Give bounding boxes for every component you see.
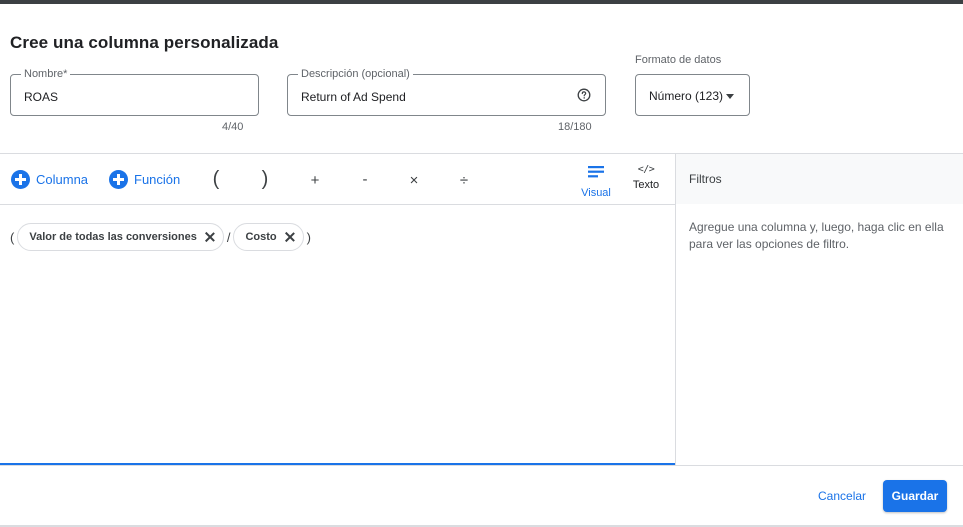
code-icon: </> bbox=[637, 164, 655, 175]
add-circle-icon bbox=[109, 170, 128, 189]
add-column-label: Columna bbox=[36, 172, 89, 187]
toolbar-bottom-divider bbox=[0, 204, 676, 205]
help-circle-icon[interactable] bbox=[577, 88, 591, 102]
add-circle-icon bbox=[11, 170, 30, 189]
footer-divider bbox=[0, 465, 963, 466]
dialog-title: Cree una columna personalizada bbox=[10, 33, 279, 52]
plus-button[interactable]: + bbox=[305, 172, 325, 189]
minus-button[interactable]: - bbox=[355, 171, 375, 188]
description-char-counter: 18/180 bbox=[558, 121, 592, 133]
multiply-button[interactable]: × bbox=[404, 172, 424, 189]
formula-expression: ( Valor de todas las conversiones / Cost… bbox=[10, 223, 311, 251]
column-chip[interactable]: Valor de todas las conversiones bbox=[17, 223, 224, 251]
description-field-label: Descripción (opcional) bbox=[298, 67, 413, 81]
expression-operator: / bbox=[226, 229, 231, 245]
filters-help-text: Agregue una columna y, luego, haga clic … bbox=[689, 220, 944, 251]
cancel-button[interactable]: Cancelar bbox=[814, 486, 870, 506]
save-button[interactable]: Guardar bbox=[883, 480, 947, 512]
remove-chip-icon[interactable] bbox=[285, 232, 295, 242]
format-select[interactable]: Número (123) bbox=[635, 74, 750, 116]
dropdown-caret-icon bbox=[726, 94, 734, 99]
format-label: Formato de datos bbox=[635, 54, 722, 66]
column-chip-label: Costo bbox=[245, 231, 277, 243]
name-field-value: ROAS bbox=[24, 90, 59, 104]
visual-mode-button[interactable]: Visual bbox=[578, 165, 614, 199]
expression-close-paren: ) bbox=[306, 229, 311, 245]
format-selected-value: Número (123) bbox=[649, 89, 724, 103]
open-paren-button[interactable]: ( bbox=[206, 168, 226, 191]
visual-mode-label: Visual bbox=[581, 187, 611, 199]
name-field-label: Nombre* bbox=[21, 67, 71, 81]
add-column-button[interactable]: Columna bbox=[11, 170, 88, 189]
description-field[interactable]: Descripción (opcional) Return of Ad Spen… bbox=[287, 67, 606, 116]
close-paren-button[interactable]: ) bbox=[255, 168, 275, 191]
add-function-button[interactable]: Función bbox=[109, 170, 180, 189]
notes-icon bbox=[588, 166, 604, 178]
column-chip-label: Valor de todas las conversiones bbox=[29, 231, 197, 243]
text-mode-button[interactable]: </> Texto bbox=[628, 164, 664, 191]
divide-button[interactable]: ÷ bbox=[454, 172, 474, 189]
expression-open-paren: ( bbox=[10, 229, 15, 245]
name-char-counter: 4/40 bbox=[222, 121, 244, 133]
column-chip[interactable]: Costo bbox=[233, 223, 304, 251]
remove-chip-icon[interactable] bbox=[205, 232, 215, 242]
top-bar bbox=[0, 0, 963, 4]
name-field[interactable]: Nombre* ROAS bbox=[10, 67, 259, 116]
add-function-label: Función bbox=[134, 172, 181, 187]
filters-title: Filtros bbox=[689, 172, 722, 186]
text-mode-label: Texto bbox=[632, 179, 660, 191]
description-field-value: Return of Ad Spend bbox=[301, 90, 406, 104]
